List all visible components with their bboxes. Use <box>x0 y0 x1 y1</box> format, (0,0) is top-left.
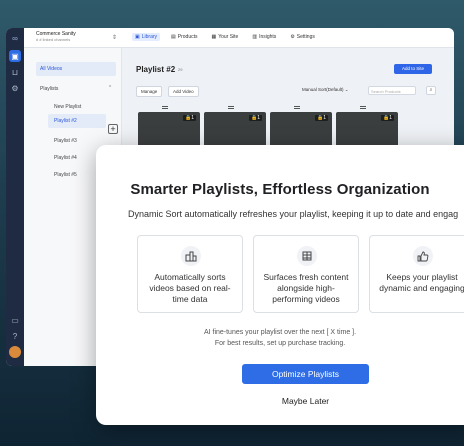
modal-note: AI fine-tunes your playlist over the nex… <box>96 327 464 349</box>
note-line: For best results, set up purchase tracki… <box>214 340 346 347</box>
page-title: Playlist #2 <box>136 65 176 74</box>
sort-blocks-icon <box>181 246 201 266</box>
sidebar-item-playlist-4[interactable]: Playlist #4 <box>54 155 77 161</box>
modal-subtitle: Dynamic Sort automatically refreshes you… <box>128 209 459 219</box>
feature-card-fresh-content: Surfaces fresh content alongside high-pe… <box>253 235 359 313</box>
left-rail: ∞ ▣ ⊔ ⚙ ▭ ? <box>6 28 24 366</box>
maybe-later-button[interactable]: Maybe Later <box>242 396 369 406</box>
add-playlist-icon[interactable]: + <box>108 124 118 134</box>
feature-card-text: Surfaces fresh content alongside high-pe… <box>263 272 349 304</box>
video-count: 29 <box>178 67 183 72</box>
store-subtitle: # # linked channels <box>36 37 71 42</box>
sidebar-item-playlist-5[interactable]: Playlist #5 <box>54 172 77 178</box>
lock-badge: 🔒1 <box>248 115 262 121</box>
tab-insights[interactable]: ▥ Insights <box>249 33 279 41</box>
note-line: AI fine-tunes your playlist over the nex… <box>203 329 357 336</box>
sidebar-playlists-header[interactable]: Playlists <box>40 86 58 92</box>
optimize-playlists-button[interactable]: Optimize Playlists <box>242 364 369 384</box>
drag-handle-icon[interactable] <box>228 106 234 109</box>
sidebar-item-playlist-2[interactable]: Playlist #2 <box>48 114 106 128</box>
store-switcher[interactable]: Commerce Sanity # # linked channels <box>36 31 76 43</box>
search-icon[interactable]: ⌕ <box>426 86 436 95</box>
feature-card-text: Automatically sorts videos based on real… <box>149 272 231 304</box>
layers-icon <box>297 246 317 266</box>
card-icon[interactable]: ▭ <box>9 314 21 326</box>
settings-icon: ⚙ <box>290 34 295 40</box>
top-bar: Commerce Sanity # # linked channels ⇕ ▣ L… <box>24 28 454 48</box>
avatar[interactable] <box>9 346 21 358</box>
drag-handle-icon[interactable] <box>294 106 300 109</box>
add-video-button[interactable]: Add Video <box>168 86 199 97</box>
tab-products[interactable]: ▤ Products <box>168 33 200 41</box>
sidebar-item-all-videos[interactable]: All Videos <box>36 62 116 76</box>
chevron-up-icon[interactable]: ⌃ <box>108 85 112 91</box>
drag-handle-icon[interactable] <box>360 106 366 109</box>
lock-badge: 🔒1 <box>182 115 196 121</box>
modal-title: Smarter Playlists, Effortless Organizati… <box>130 181 430 198</box>
logo-icon: ∞ <box>12 33 18 43</box>
lock-badge: 🔒1 <box>314 115 328 121</box>
cart-icon[interactable]: ⊔ <box>9 66 21 78</box>
tab-settings[interactable]: ⚙ Settings <box>287 33 318 41</box>
search-input[interactable]: Search Products <box>368 86 416 95</box>
site-icon: ▦ <box>211 34 217 40</box>
library-rail-icon[interactable]: ▣ <box>9 50 21 62</box>
tab-library[interactable]: ▣ Library <box>132 33 161 41</box>
lock-badge: 🔒1 <box>380 115 394 121</box>
manage-button[interactable]: Manage <box>136 86 163 97</box>
sort-select[interactable]: Manual Sort(Default) ⌄ <box>302 87 349 93</box>
library-icon: ▣ <box>135 34 140 40</box>
feature-modal: Smarter Playlists, Effortless Organizati… <box>96 145 464 425</box>
main-nav: ▣ Library ▤ Products ▦ Your Site ▥ Insights … <box>132 33 318 41</box>
feature-card-engaging: Keeps your playlist dynamic and engaging <box>369 235 464 313</box>
drag-handle-icon[interactable] <box>162 106 168 109</box>
feature-card-text: Keeps your playlist dynamic and engaging <box>379 272 464 293</box>
thumbs-up-icon <box>413 246 433 266</box>
add-to-site-button[interactable]: Add to Site <box>394 64 432 74</box>
tab-your-site[interactable]: ▦ Your Site <box>209 33 242 41</box>
products-icon: ▤ <box>171 34 176 40</box>
sidebar-item-playlist-3[interactable]: Playlist #3 <box>54 138 77 144</box>
help-icon[interactable]: ? <box>9 330 21 342</box>
chevron-updown-icon[interactable]: ⇕ <box>112 34 117 41</box>
insights-icon: ▥ <box>252 34 258 40</box>
feature-card-sorting: Automatically sorts videos based on real… <box>137 235 243 313</box>
sidebar-item-new-playlist[interactable]: New Playlist <box>54 104 81 110</box>
gear-icon[interactable]: ⚙ <box>9 82 21 94</box>
